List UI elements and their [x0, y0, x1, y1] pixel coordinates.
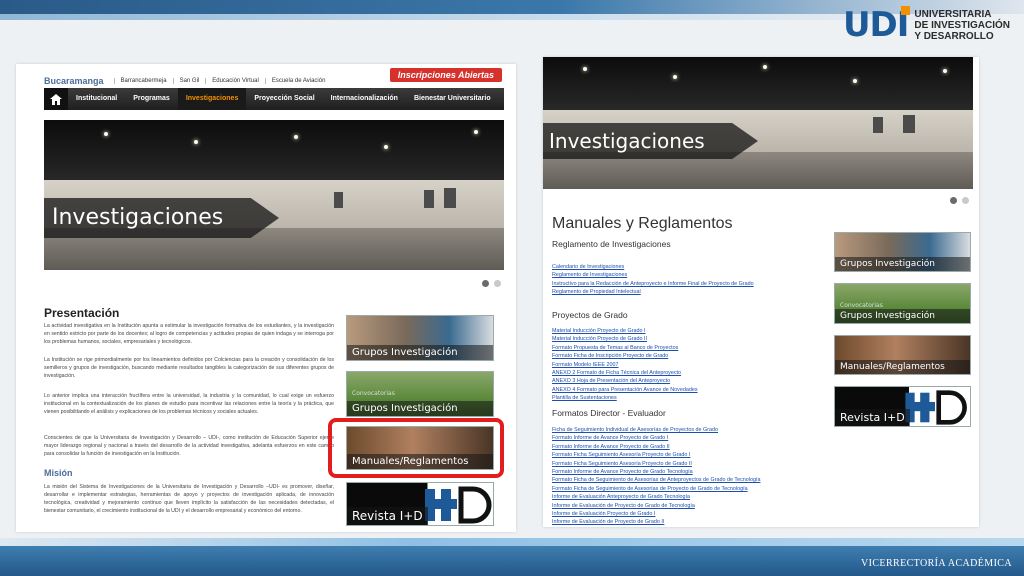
nav-investigaciones[interactable]: Investigaciones: [177, 88, 247, 110]
footer-label: VICERRECTORÍA ACADÉMICA: [861, 558, 1012, 569]
document-link[interactable]: Informe de Evaluación Proyecto de Grado …: [552, 510, 822, 518]
document-link[interactable]: Formato Propuesta de Temas al Banco de P…: [552, 344, 822, 352]
slide-footer: VICERRECTORÍA ACADÉMICA: [0, 546, 1024, 576]
tile-pre-label: Convocatorias: [352, 390, 395, 397]
logo-line-1: UNIVERSITARIA: [914, 8, 992, 20]
campus-link[interactable]: Barrancabermeja: [113, 78, 173, 84]
document-link[interactable]: Informe de Evaluación Anteproyecto de Gr…: [552, 493, 822, 501]
carousel-dot[interactable]: [482, 280, 489, 287]
tile-revista[interactable]: Revista I+D: [834, 386, 971, 427]
document-link[interactable]: Formato Ficha Seguimiento Asesoría Proye…: [552, 460, 822, 468]
carousel-dot[interactable]: [494, 280, 501, 287]
presentacion-heading: Presentación: [44, 306, 120, 320]
tile-label: Manuales/Reglamentos: [835, 360, 970, 374]
logo-line-3: Y DESARROLLO: [914, 30, 994, 42]
document-link[interactable]: Formato Ficha Seguimiento Asesoría Proye…: [552, 451, 822, 459]
revista-plus-icon: [905, 390, 967, 425]
campus-link[interactable]: Educación Virtual: [205, 78, 265, 84]
document-link[interactable]: Instructivo para la Redacción de Antepro…: [552, 280, 822, 288]
campus-link[interactable]: San Gil: [172, 78, 206, 84]
page-title: Manuales y Reglamentos: [552, 215, 733, 232]
section-heading: Proyectos de Grado: [552, 310, 628, 320]
home-icon[interactable]: [44, 88, 68, 110]
document-link[interactable]: Plantilla de Sustentaciones: [552, 394, 822, 402]
banner-label: Investigaciones: [543, 123, 758, 159]
document-link[interactable]: Reglamento de Investigaciones: [552, 271, 822, 279]
logo-dot: [901, 6, 911, 15]
document-link[interactable]: Material Inducción Proyecto de Grado II: [552, 335, 822, 343]
mision-paragraph: La misión del Sistema de Investigaciones…: [44, 484, 334, 514]
right-screenshot: Investigaciones Manuales y Reglamentos R…: [543, 57, 979, 527]
paragraph: La actividad investigativa en la Institu…: [44, 323, 334, 345]
document-link[interactable]: ANEXO 3 Hoja de Presentación del Antepro…: [552, 377, 822, 385]
tile-convocatorias[interactable]: Convocatorias Grupos Investigación: [834, 283, 971, 324]
nav-programas[interactable]: Programas: [125, 88, 178, 110]
nav-proyeccion-social[interactable]: Proyección Social: [246, 88, 322, 110]
document-link[interactable]: Informe de Evaluación de Proyecto de Gra…: [552, 518, 822, 526]
tile-label: Grupos Investigación: [347, 401, 493, 416]
document-link[interactable]: Formato Ficha de Inscripción Proyecto de…: [552, 352, 822, 360]
paragraph: La Institución se rige primordialmente p…: [44, 357, 334, 379]
tile-label: Grupos Investigación: [347, 345, 493, 360]
nav-internacionalizacion[interactable]: Internacionalización: [323, 88, 406, 110]
investigaciones-banner: Investigaciones: [543, 57, 973, 189]
left-screenshot: Bucaramanga Barrancabermeja San Gil Educ…: [16, 64, 516, 532]
paragraph: Lo anterior implica una interacción fruc…: [44, 393, 334, 415]
document-link[interactable]: Formato Modelo IEEE 2007: [552, 361, 822, 369]
document-link[interactable]: ANEXO 2 Formato de Ficha Técnica del Ant…: [552, 369, 822, 377]
banner-label: Investigaciones: [44, 198, 279, 238]
logo-mark: UDI: [842, 5, 911, 45]
section-heading: Formatos Director - Evaluador: [552, 408, 666, 418]
carousel-dots: [482, 280, 501, 287]
campus-link[interactable]: Escuela de Aviación: [264, 78, 332, 84]
paragraph: Conscientes de que la Universitaria de I…: [44, 435, 334, 457]
tile-label: Revista I+D: [347, 507, 428, 525]
slide-bottom-stripe: [0, 538, 1024, 546]
inscripciones-banner[interactable]: Inscripciones Abiertas: [389, 68, 502, 82]
document-link[interactable]: Calendario de Investigaciones: [552, 263, 822, 271]
document-link[interactable]: Formato Informe de Avance Proyecto de Gr…: [552, 443, 822, 451]
mision-heading: Misión: [44, 468, 73, 478]
links-formatos-director: Ficha de Seguimiento Individual de Aseso…: [552, 426, 822, 527]
document-link[interactable]: Formato Ficha de Seguimiento de Asesoría…: [552, 485, 822, 493]
document-link[interactable]: Informe de Evaluación de Proyecto de Gra…: [552, 502, 822, 510]
tile-manuales-reglamentos[interactable]: Manuales/Reglamentos: [834, 335, 971, 375]
campus-main[interactable]: Bucaramanga: [44, 76, 104, 86]
nav-bienestar[interactable]: Bienestar Universitario: [406, 88, 499, 110]
document-link[interactable]: ANEXO 4 Formato para Presentación Avance…: [552, 386, 822, 394]
document-link[interactable]: Formato Ficha de Seguimiento de Asesoría…: [552, 476, 822, 484]
document-link[interactable]: Formato Informe de Avance Proyecto de Gr…: [552, 468, 822, 476]
carousel-dots: [950, 197, 969, 204]
highlight-box: [328, 418, 504, 478]
logo-line-2: DE INVESTIGACIÓN: [914, 19, 1010, 31]
tile-label: Grupos Investigación: [835, 309, 970, 323]
tile-label: Revista I+D: [835, 409, 910, 426]
revista-plus-icon: [425, 486, 492, 524]
carousel-dot[interactable]: [950, 197, 957, 204]
tile-convocatorias[interactable]: Convocatorias Grupos Investigación: [346, 371, 494, 417]
tile-pre-label: Convocatorias: [840, 302, 883, 309]
document-link[interactable]: Ficha de Seguimiento Individual de Aseso…: [552, 426, 822, 434]
carousel-dot[interactable]: [962, 197, 969, 204]
nav-institucional[interactable]: Institucional: [68, 88, 125, 110]
investigaciones-banner: Investigaciones: [44, 120, 504, 270]
udi-logo: UDI UNIVERSITARIA DE INVESTIGACIÓN Y DES…: [842, 5, 1010, 45]
section-heading: Reglamento de Investigaciones: [552, 239, 671, 249]
main-nav: Institucional Programas Investigaciones …: [44, 88, 504, 110]
tile-revista[interactable]: Revista I+D: [346, 482, 494, 526]
tile-grupos-investigacion[interactable]: Grupos Investigación: [834, 232, 971, 272]
document-link[interactable]: Reglamento de Propiedad Intelectual: [552, 288, 822, 296]
links-proyectos-grado: Material Inducción Proyecto de Grado I M…: [552, 327, 822, 403]
tile-label: Grupos Investigación: [835, 257, 970, 271]
logo-text: UNIVERSITARIA DE INVESTIGACIÓN Y DESARRO…: [914, 9, 1010, 42]
document-link[interactable]: Formato Informe de Avance Proyecto de Gr…: [552, 434, 822, 442]
tile-grupos-investigacion[interactable]: Grupos Investigación: [346, 315, 494, 361]
document-link[interactable]: Material Inducción Proyecto de Grado I: [552, 327, 822, 335]
links-reglamento: Calendario de Investigaciones Reglamento…: [552, 263, 822, 297]
